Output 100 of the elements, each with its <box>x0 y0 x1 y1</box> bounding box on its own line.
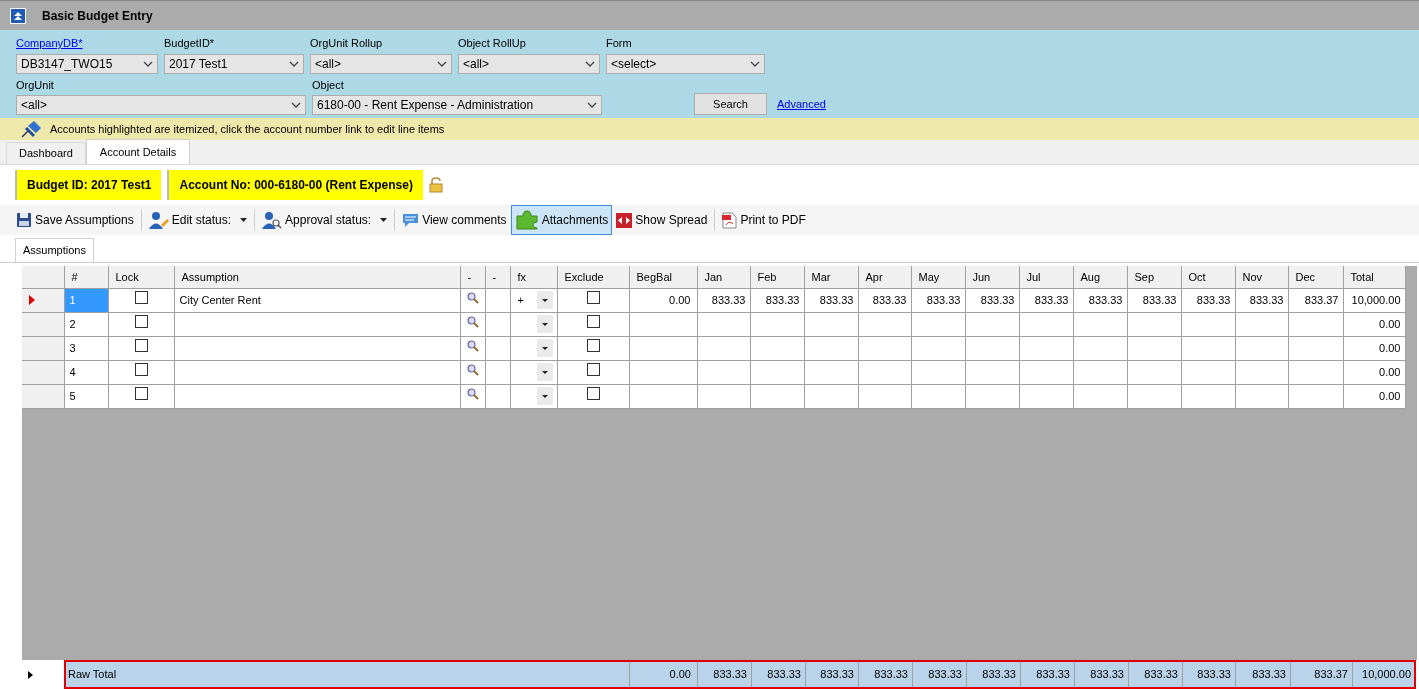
dropdown-button[interactable] <box>536 291 553 309</box>
table-cell <box>965 384 1019 408</box>
info-badge: Account No: 000-6180-00 (Rent Expense) <box>167 170 423 200</box>
filter-label: OrgUnit <box>16 77 55 93</box>
table-cell: 0.00 <box>1343 360 1405 384</box>
column-header[interactable]: Total <box>1343 266 1405 288</box>
table-cell <box>1235 336 1288 360</box>
checkbox[interactable] <box>134 339 148 353</box>
table-cell: 833.33 <box>804 288 858 312</box>
toolbar-button[interactable]: View comments <box>398 205 511 235</box>
column-header[interactable]: Apr <box>858 266 911 288</box>
toolbar-button[interactable]: Attachments <box>510 205 613 235</box>
toolbar-button[interactable]: Show Spread <box>612 205 712 235</box>
dropdown-field[interactable]: 6180-00 - Rent Expense - Administration <box>312 95 602 115</box>
table-cell <box>1019 360 1073 384</box>
column-header[interactable]: Jun <box>965 266 1019 288</box>
tab[interactable]: Assumptions <box>15 238 94 262</box>
table-cell <box>965 336 1019 360</box>
table-cell: 0.00 <box>629 662 697 687</box>
table-cell <box>1019 312 1073 336</box>
checkbox[interactable] <box>586 339 600 353</box>
table-cell: 833.33 <box>1182 662 1235 687</box>
column-header[interactable]: Mar <box>804 266 858 288</box>
column-header[interactable]: Exclude <box>557 266 629 288</box>
column-header[interactable]: Jan <box>697 266 750 288</box>
column-header[interactable]: Oct <box>1181 266 1235 288</box>
checkbox[interactable] <box>586 387 600 401</box>
table-cell <box>858 336 911 360</box>
toolbar-button[interactable]: Approval status: <box>258 205 392 235</box>
person-magnifier-icon <box>262 211 283 229</box>
checkbox[interactable] <box>134 363 148 377</box>
table-cell <box>1073 384 1127 408</box>
dropdown-field[interactable]: <all> <box>458 53 600 74</box>
collapse-icon[interactable] <box>10 7 26 24</box>
dropdown-field[interactable]: <select> <box>606 53 765 74</box>
tab[interactable]: Account Details <box>85 139 191 164</box>
search-icon[interactable] <box>466 387 479 400</box>
caret-icon <box>380 218 388 222</box>
search-icon[interactable] <box>466 363 479 376</box>
column-header[interactable]: # <box>64 266 108 288</box>
checkbox[interactable] <box>134 291 148 305</box>
padlock-icon[interactable] <box>428 177 443 193</box>
checkbox[interactable] <box>134 315 148 329</box>
column-header[interactable]: Sep <box>1127 266 1181 288</box>
column-header[interactable]: Aug <box>1073 266 1127 288</box>
caret-icon <box>541 394 548 398</box>
column-header[interactable]: Feb <box>750 266 804 288</box>
dropdown-field[interactable]: <all> <box>16 95 306 115</box>
toolbar-button[interactable]: Edit status: <box>144 205 252 235</box>
table-cell <box>965 360 1019 384</box>
column-header[interactable]: Lock <box>108 266 174 288</box>
search-button[interactable]: Search <box>694 93 767 115</box>
column-header[interactable]: Nov <box>1235 266 1288 288</box>
table-cell: 10,000.00 <box>1343 288 1405 312</box>
dropdown-button[interactable] <box>536 363 553 381</box>
column-header[interactable]: Dec <box>1288 266 1343 288</box>
dropdown-field[interactable]: DB3147_TWO15 <box>16 53 158 74</box>
dropdown-button[interactable] <box>536 387 553 405</box>
tab[interactable]: Dashboard <box>6 142 86 164</box>
checkbox[interactable] <box>134 387 148 401</box>
table-cell <box>1235 384 1288 408</box>
column-header[interactable]: - <box>485 266 510 288</box>
checkbox[interactable] <box>586 291 600 305</box>
column-header[interactable]: BegBal <box>629 266 697 288</box>
toolbar-button[interactable]: Save Assumptions <box>12 205 138 235</box>
column-header[interactable]: - <box>460 266 485 288</box>
filter-label-link[interactable]: CompanyDB* <box>16 35 83 52</box>
toolbar-button[interactable]: Print to PDF <box>718 205 810 235</box>
dropdown-field[interactable]: 2017 Test1 <box>164 53 304 74</box>
column-header[interactable]: Jul <box>1019 266 1073 288</box>
dropdown-field[interactable]: <all> <box>310 53 452 74</box>
table-cell <box>1181 360 1235 384</box>
filter-label: Form <box>606 36 633 51</box>
column-header[interactable]: May <box>911 266 965 288</box>
table-cell: 5 <box>64 384 108 408</box>
table-cell <box>697 312 750 336</box>
caret-icon <box>541 346 548 350</box>
table-cell <box>1127 336 1181 360</box>
search-icon[interactable] <box>466 291 479 304</box>
table-cell: 833.33 <box>697 662 751 687</box>
table-cell <box>697 384 750 408</box>
table-cell <box>858 360 911 384</box>
advanced-link[interactable]: Advanced <box>777 95 826 113</box>
dropdown-button[interactable] <box>536 315 553 333</box>
search-icon[interactable] <box>466 315 479 328</box>
table-cell: 833.33 <box>1181 288 1235 312</box>
table-cell <box>750 360 804 384</box>
row-header[interactable] <box>22 288 64 312</box>
table-cell <box>697 360 750 384</box>
table-cell <box>804 384 858 408</box>
dropdown-button[interactable] <box>536 339 553 357</box>
filter-label: OrgUnit Rollup <box>310 36 384 51</box>
speech-bubble-icon <box>402 212 420 228</box>
search-icon[interactable] <box>466 339 479 352</box>
checkbox[interactable] <box>586 315 600 329</box>
column-header[interactable]: Assumption <box>174 266 460 288</box>
table-cell: 0.00 <box>1343 312 1405 336</box>
corner-cell <box>22 266 64 288</box>
checkbox[interactable] <box>586 363 600 377</box>
column-header[interactable]: fx <box>510 266 557 288</box>
